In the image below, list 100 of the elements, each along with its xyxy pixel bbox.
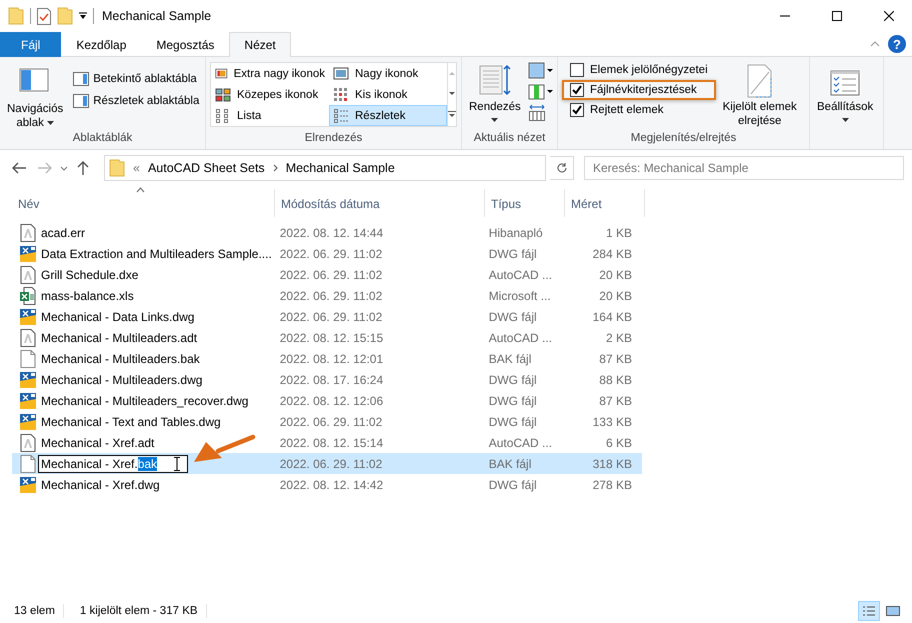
- file-row[interactable]: acad.err 2022. 08. 12. 14:44 Hibanapló 1 KB: [12, 222, 642, 243]
- checkbox[interactable]: [570, 83, 584, 97]
- file-menu-tab[interactable]: Fájl: [0, 32, 62, 57]
- date-cell-text: 2022. 06. 29. 11:02: [278, 310, 384, 324]
- details-view-button[interactable]: [858, 600, 880, 620]
- size-cell-text: 6 KB: [604, 436, 633, 450]
- rename-field[interactable]: Mechanical - Xref.bak: [38, 454, 188, 472]
- file-row[interactable]: Mechanical - Xref.adt 2022. 08. 12. 15:14 AutoCAD ... 6 KB: [12, 432, 642, 453]
- layout-option[interactable]: Kis ikonok: [329, 84, 447, 105]
- file-row[interactable]: Mechanical - Xref.dwg 2022. 08. 12. 14:42 DWG fájl 278 KB: [12, 474, 642, 495]
- checkbox-label[interactable]: Elemek jelölőnégyzetei: [590, 64, 708, 76]
- size-cell-text: 2 KB: [604, 330, 633, 344]
- date-cell-text: 2022. 08. 12. 15:15: [278, 330, 384, 344]
- preview-pane-button[interactable]: Betekintő ablaktábla: [70, 68, 202, 90]
- file-row[interactable]: mass-balance.xls 2022. 06. 29. 11:02 Microsoft ... 20 KB: [12, 285, 642, 306]
- dwg-file-icon: [20, 308, 36, 326]
- column-header[interactable]: Név: [12, 189, 275, 217]
- details-icon: [862, 604, 876, 616]
- options-button[interactable]: Beállítások: [814, 60, 876, 124]
- date-cell-text: 2022. 08. 12. 14:42: [278, 478, 384, 492]
- type-cell-text: AutoCAD ...: [488, 268, 554, 282]
- checkbox[interactable]: [570, 103, 584, 117]
- group-label: Aktuális nézet: [472, 131, 546, 146]
- checkbox-label[interactable]: Rejtett elemek: [590, 104, 664, 116]
- size-cell-text: 87 KB: [598, 394, 633, 408]
- blank-file-icon: [20, 350, 36, 368]
- sort-button[interactable]: Rendezés: [466, 60, 524, 124]
- size-cell-text: 88 KB: [598, 372, 633, 386]
- layout-option[interactable]: Részletek: [329, 105, 447, 126]
- file-row[interactable]: Mechanical - Text and Tables.dwg 2022. 06. 29. 11:02 DWG fájl 133 KB: [12, 411, 642, 432]
- maximize-icon[interactable]: [832, 11, 842, 21]
- column-header[interactable]: Méret: [565, 189, 645, 217]
- pane-icon: [73, 72, 90, 86]
- dropdown-icon[interactable]: [79, 12, 87, 20]
- file-row[interactable]: Mechanical - Multileaders.adt 2022. 08. 12. 15:15 AutoCAD ... 2 KB: [12, 327, 642, 348]
- file-row[interactable]: Mechanical - Data Links.dwg 2022. 06. 29. 11:02 DWG fájl 164 KB: [12, 306, 642, 327]
- breadcrumb[interactable]: AutoCAD Sheet Sets: [148, 161, 265, 175]
- breadcrumb[interactable]: Mechanical Sample: [286, 161, 395, 175]
- navigation-pane-button[interactable]: Navigációs ablak: [4, 60, 66, 132]
- folder-icon: [8, 7, 24, 25]
- file-row[interactable]: Mechanical - Xref.bak 2022. 06. 29. 11:02 BAK fájl 318 KB: [12, 453, 642, 474]
- autocad-file-icon: [20, 266, 36, 284]
- selection-info: 1 kijelölt elem - 317 KB: [80, 604, 198, 616]
- column-header[interactable]: Típus: [485, 189, 565, 217]
- layout-option[interactable]: Lista: [211, 105, 329, 126]
- close-icon[interactable]: [884, 11, 894, 21]
- ribbon-tab[interactable]: Kezdőlap: [61, 32, 142, 57]
- layout-option[interactable]: Extra nagy ikonok: [211, 63, 329, 84]
- checkbox[interactable]: [570, 63, 584, 77]
- large-icons-icon: [886, 604, 900, 616]
- file-row[interactable]: Mechanical - Multileaders_recover.dwg 2022. 08. 12. 12:06 DWG fájl 87 KB: [12, 390, 642, 411]
- group-by-icon[interactable]: [528, 62, 554, 80]
- caret-icon: [46, 121, 54, 125]
- file-row[interactable]: Grill Schedule.dxe 2022. 06. 29. 11:02 AutoCAD ... 20 KB: [12, 264, 642, 285]
- date-cell-text: 2022. 06. 29. 11:02: [278, 414, 384, 428]
- layout-option[interactable]: Nagy ikonok: [329, 63, 447, 84]
- date-cell-text: 2022. 08. 12. 12:06: [278, 394, 384, 408]
- expand-gallery-icon[interactable]: [448, 111, 456, 118]
- dwg-file-icon: [20, 412, 36, 430]
- refresh-button[interactable]: [550, 156, 574, 180]
- scroll-down-icon[interactable]: [448, 90, 456, 96]
- item-count: 13 elem: [14, 604, 55, 616]
- search-field[interactable]: Keresés: Mechanical Sample: [584, 156, 904, 180]
- file-row[interactable]: Mechanical - Multileaders.bak 2022. 08. 12. 12:01 BAK fájl 87 KB: [12, 348, 642, 369]
- medium-icons-icon: [215, 87, 231, 102]
- type-cell-text: DWG fájl: [488, 372, 538, 386]
- date-cell-text: 2022. 08. 12. 12:01: [278, 352, 384, 366]
- autocad-file-icon: [20, 224, 36, 242]
- sort-icon: [478, 64, 512, 98]
- column-header[interactable]: Módosítás dátuma: [275, 189, 485, 217]
- size-cell-text: 164 KB: [592, 310, 633, 324]
- page-icon: [746, 64, 773, 98]
- ribbon-tab[interactable]: Nézet: [229, 32, 291, 57]
- size-cell-text: 20 KB: [598, 268, 633, 282]
- blank-file-icon: [20, 454, 36, 472]
- date-cell-text: 2022. 06. 29. 11:02: [278, 288, 384, 302]
- dwg-file-icon: [20, 476, 36, 494]
- hide-selected-button[interactable]: Kijelölt elemek elrejtése: [720, 60, 800, 130]
- type-cell-text: Hibanapló: [488, 226, 544, 240]
- help-button[interactable]: ?: [888, 35, 906, 53]
- text-cursor-icon: [173, 456, 181, 470]
- size-cell-text: 20 KB: [598, 288, 633, 302]
- ribbon-tab[interactable]: Megosztás: [141, 32, 230, 57]
- dwg-file-icon: [20, 370, 36, 388]
- back-icon[interactable]: [12, 162, 26, 174]
- size-cell-text: 284 KB: [592, 246, 633, 260]
- up-icon[interactable]: [77, 161, 89, 175]
- file-row[interactable]: Data Extraction and Multileaders Sample.... 2022. 06. 29. 11:02 DWG fájl 284 KB: [12, 243, 642, 264]
- collapse-ribbon-icon[interactable]: [870, 41, 880, 47]
- file-row[interactable]: Mechanical - Multileaders.dwg 2022. 08. 17. 16:24 DWG fájl 88 KB: [12, 369, 642, 390]
- add-columns-icon[interactable]: [528, 83, 554, 101]
- overflow-chevron[interactable]: «: [133, 161, 140, 175]
- type-cell-text: AutoCAD ...: [488, 330, 554, 344]
- layout-option[interactable]: Közepes ikonok: [211, 84, 329, 105]
- properties-icon[interactable]: [37, 8, 51, 24]
- address-bar[interactable]: « AutoCAD Sheet Sets Mechanical Sample: [104, 155, 546, 181]
- file-name: acad.err: [41, 226, 86, 240]
- type-cell-text: BAK fájl: [488, 456, 532, 470]
- recent-locations-icon[interactable]: [60, 166, 68, 170]
- details-pane-button[interactable]: Részletek ablaktábla: [70, 90, 202, 112]
